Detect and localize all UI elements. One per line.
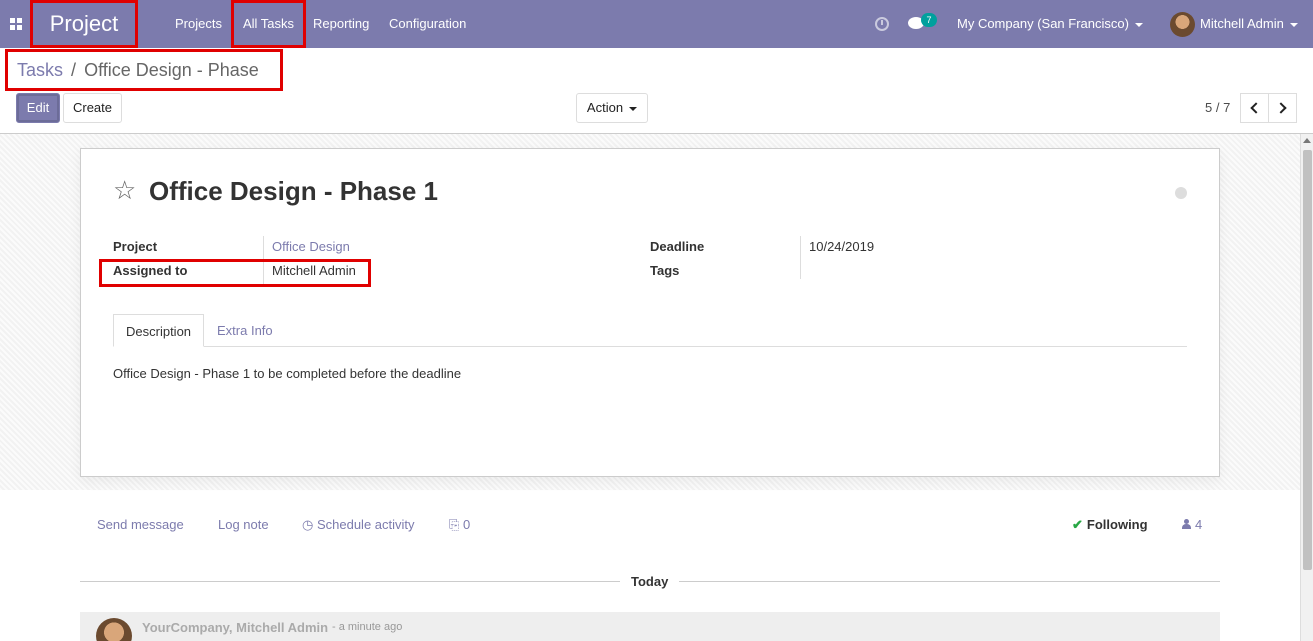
message-time: - a minute ago bbox=[332, 621, 403, 633]
create-button[interactable]: Create bbox=[63, 93, 122, 123]
assigned-highlight bbox=[99, 259, 371, 287]
deadline-label: Deadline bbox=[650, 239, 705, 254]
chevron-right-icon bbox=[1275, 102, 1287, 114]
schedule-activity-button[interactable]: ◷ Schedule activity bbox=[302, 517, 415, 533]
send-message-button[interactable]: Send message bbox=[97, 517, 184, 532]
date-divider-right bbox=[679, 581, 1220, 582]
following-label: Following bbox=[1086, 517, 1148, 532]
app-brand[interactable]: Project bbox=[30, 0, 138, 48]
company-name: My Company (San Francisco) bbox=[957, 16, 1129, 31]
avatar[interactable] bbox=[1170, 12, 1195, 37]
tab-extra-info[interactable]: Extra Info bbox=[205, 314, 285, 347]
tags-label: Tags bbox=[650, 263, 680, 278]
pager-previous-button[interactable] bbox=[1240, 93, 1269, 123]
tab-description[interactable]: Description bbox=[113, 314, 205, 347]
deadline-value[interactable]: 10/24/2019 bbox=[809, 239, 874, 254]
check-icon: ✔ bbox=[1072, 517, 1083, 532]
tab-divider bbox=[113, 346, 1187, 347]
breadcrumb: Tasks / Office Design - Phase 1 bbox=[5, 49, 283, 122]
user-menu[interactable]: Mitchell Admin bbox=[1200, 0, 1298, 48]
log-note-button[interactable]: Log note bbox=[218, 517, 269, 532]
menu-configuration[interactable]: Configuration bbox=[389, 0, 466, 48]
company-switcher[interactable]: My Company (San Francisco) bbox=[957, 0, 1143, 48]
field-divider bbox=[800, 236, 801, 279]
project-link[interactable]: Office Design bbox=[272, 239, 350, 254]
project-label: Project bbox=[113, 239, 158, 254]
caret-down-icon bbox=[1289, 22, 1298, 27]
followers-count: 4 bbox=[1195, 517, 1203, 532]
followers-button[interactable]: 4 bbox=[1182, 517, 1202, 532]
action-label: Action bbox=[586, 100, 624, 115]
menu-all-tasks[interactable]: All Tasks bbox=[231, 0, 306, 48]
attachment-count: 0 bbox=[463, 517, 471, 532]
kanban-state-indicator[interactable] bbox=[1175, 187, 1187, 199]
star-icon[interactable]: ☆ bbox=[113, 176, 136, 204]
date-divider-left bbox=[80, 581, 620, 582]
clock-icon: ◷ bbox=[302, 517, 317, 532]
date-separator: Today bbox=[631, 574, 669, 589]
description-text[interactable]: Office Design - Phase 1 to be completed … bbox=[113, 366, 461, 381]
breadcrumb-tasks[interactable]: Tasks bbox=[17, 60, 63, 80]
schedule-activity-label: Schedule activity bbox=[316, 517, 415, 532]
pager-value[interactable]: 5 / 7 bbox=[1205, 93, 1230, 123]
breadcrumb-separator: / bbox=[71, 60, 77, 80]
user-icon bbox=[1182, 519, 1191, 529]
activity-clock-icon[interactable] bbox=[875, 17, 889, 31]
page-title: Office Design - Phase 1 bbox=[149, 176, 438, 206]
menu-projects[interactable]: Projects bbox=[175, 0, 222, 48]
scroll-up-icon[interactable] bbox=[1303, 138, 1311, 143]
action-dropdown[interactable]: Action bbox=[576, 93, 648, 123]
message-author[interactable]: YourCompany, Mitchell Admin bbox=[142, 620, 328, 635]
top-navbar: Project Projects All Tasks Reporting Con… bbox=[0, 0, 1313, 48]
scrollbar-thumb[interactable] bbox=[1303, 150, 1312, 570]
edit-button[interactable]: Edit bbox=[16, 93, 60, 123]
paperclip-icon: ⎘ bbox=[449, 517, 464, 532]
caret-down-icon bbox=[1134, 22, 1143, 27]
caret-down-icon bbox=[629, 106, 638, 111]
menu-reporting[interactable]: Reporting bbox=[313, 0, 369, 48]
chat-count-badge: 7 bbox=[921, 13, 937, 27]
scrollbar[interactable] bbox=[1300, 134, 1313, 641]
following-button[interactable]: ✔ Following bbox=[1072, 517, 1148, 533]
pager-next-button[interactable] bbox=[1268, 93, 1297, 123]
grid-icon[interactable] bbox=[10, 18, 24, 30]
chevron-left-icon bbox=[1250, 102, 1262, 114]
user-name: Mitchell Admin bbox=[1200, 16, 1284, 31]
attachments-button[interactable]: ⎘ 0 bbox=[449, 517, 470, 533]
